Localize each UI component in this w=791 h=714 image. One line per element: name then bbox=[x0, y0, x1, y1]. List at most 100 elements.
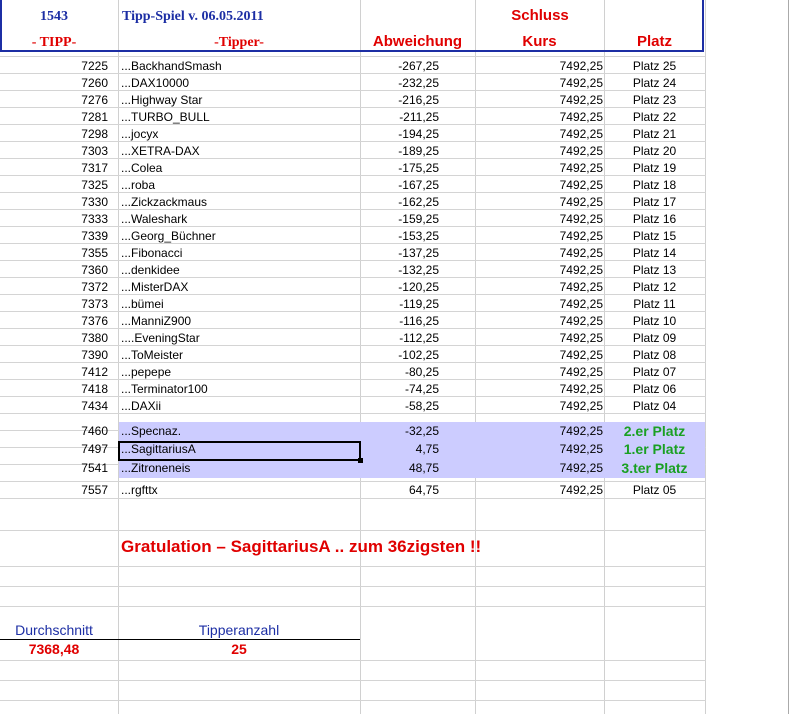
durchschnitt-value[interactable]: 7368,48 bbox=[0, 641, 108, 658]
cell-tipper[interactable]: ...jocyx bbox=[121, 126, 356, 143]
cell-platz[interactable]: Platz 11 bbox=[604, 296, 705, 313]
cell-tipp[interactable]: 7497 bbox=[0, 441, 108, 458]
cell-abweichung[interactable]: -58,25 bbox=[360, 398, 439, 415]
cell-tipp[interactable]: 7360 bbox=[0, 262, 108, 279]
cell-tipp[interactable]: 7412 bbox=[0, 364, 108, 381]
cell-platz[interactable]: Platz 25 bbox=[604, 58, 705, 75]
cell-platz[interactable]: Platz 09 bbox=[604, 330, 705, 347]
cell-tipp[interactable]: 7541 bbox=[0, 460, 108, 477]
cell-tipp[interactable]: 7434 bbox=[0, 398, 108, 415]
cell-platz[interactable]: Platz 10 bbox=[604, 313, 705, 330]
cell-kurs[interactable]: 7492,25 bbox=[475, 245, 603, 262]
tipperanzahl-label[interactable]: Tipperanzahl bbox=[118, 622, 360, 639]
cell-abweichung[interactable]: -80,25 bbox=[360, 364, 439, 381]
cell-abweichung[interactable]: 4,75 bbox=[360, 441, 439, 458]
cell-abweichung[interactable]: -153,25 bbox=[360, 228, 439, 245]
header-number[interactable]: 1543 bbox=[0, 8, 108, 25]
cell-kurs[interactable]: 7492,25 bbox=[475, 92, 603, 109]
cell-abweichung[interactable]: -175,25 bbox=[360, 160, 439, 177]
cell-kurs[interactable]: 7492,25 bbox=[475, 313, 603, 330]
cell-platz[interactable]: Platz 08 bbox=[604, 347, 705, 364]
cell-kurs[interactable]: 7492,25 bbox=[475, 126, 603, 143]
cell-tipper[interactable]: ...MisterDAX bbox=[121, 279, 356, 296]
cell-kurs[interactable]: 7492,25 bbox=[475, 347, 603, 364]
cell-tipper[interactable]: ...Zitroneneis bbox=[121, 460, 356, 477]
cell-tipper[interactable]: ...TURBO_BULL bbox=[121, 109, 356, 126]
cell-tipp[interactable]: 7373 bbox=[0, 296, 108, 313]
header-col-platz[interactable]: Platz bbox=[604, 33, 705, 50]
cell-tipper[interactable]: ...Waleshark bbox=[121, 211, 356, 228]
cell-tipper[interactable]: ....EveningStar bbox=[121, 330, 356, 347]
cell-kurs[interactable]: 7492,25 bbox=[475, 194, 603, 211]
gratulation-text[interactable]: Gratulation – SagittariusA .. zum 36zigs… bbox=[121, 536, 481, 558]
cell-platz[interactable]: Platz 20 bbox=[604, 143, 705, 160]
cell-platz[interactable]: 1.er Platz bbox=[604, 441, 705, 458]
header-col-tipp[interactable]: - TIPP- bbox=[0, 34, 108, 51]
cell-abweichung[interactable]: 48,75 bbox=[360, 460, 439, 477]
cell-platz[interactable]: Platz 04 bbox=[604, 398, 705, 415]
cell-abweichung[interactable]: -159,25 bbox=[360, 211, 439, 228]
cell-tipper[interactable]: ...Highway Star bbox=[121, 92, 356, 109]
cell-tipp[interactable]: 7557 bbox=[0, 482, 108, 499]
cell-kurs[interactable]: 7492,25 bbox=[475, 109, 603, 126]
cell-tipper[interactable]: ...ManniZ900 bbox=[121, 313, 356, 330]
header-title[interactable]: Tipp-Spiel v. 06.05.2011 bbox=[122, 8, 264, 25]
cell-abweichung[interactable]: -32,25 bbox=[360, 423, 439, 440]
cell-platz[interactable]: Platz 18 bbox=[604, 177, 705, 194]
cell-platz[interactable]: Platz 14 bbox=[604, 245, 705, 262]
tipperanzahl-value[interactable]: 25 bbox=[118, 641, 360, 658]
cell-tipper[interactable]: ...DAX10000 bbox=[121, 75, 356, 92]
cell-tipp[interactable]: 7298 bbox=[0, 126, 108, 143]
cell-platz[interactable]: Platz 16 bbox=[604, 211, 705, 228]
cell-abweichung[interactable]: -119,25 bbox=[360, 296, 439, 313]
header-col-kurs[interactable]: Kurs bbox=[475, 33, 604, 50]
cell-platz[interactable]: Platz 12 bbox=[604, 279, 705, 296]
cell-tipper[interactable]: ...BackhandSmash bbox=[121, 58, 356, 75]
cell-abweichung[interactable]: -216,25 bbox=[360, 92, 439, 109]
cell-platz[interactable]: Platz 22 bbox=[604, 109, 705, 126]
cell-tipp[interactable]: 7225 bbox=[0, 58, 108, 75]
cell-kurs[interactable]: 7492,25 bbox=[475, 143, 603, 160]
cell-abweichung[interactable]: -74,25 bbox=[360, 381, 439, 398]
cell-tipp[interactable]: 7333 bbox=[0, 211, 108, 228]
cell-tipper[interactable]: ...Georg_Büchner bbox=[121, 228, 356, 245]
header-schluss[interactable]: Schluss bbox=[476, 7, 604, 24]
cell-abweichung[interactable]: -102,25 bbox=[360, 347, 439, 364]
cell-kurs[interactable]: 7492,25 bbox=[475, 75, 603, 92]
cell-tipper[interactable]: ...pepepe bbox=[121, 364, 356, 381]
cell-tipper[interactable]: ...denkidee bbox=[121, 262, 356, 279]
cell-platz[interactable]: 3.ter Platz bbox=[604, 460, 705, 477]
cell-platz[interactable]: Platz 24 bbox=[604, 75, 705, 92]
cell-platz[interactable]: Platz 21 bbox=[604, 126, 705, 143]
cell-platz[interactable]: Platz 19 bbox=[604, 160, 705, 177]
header-col-tipper[interactable]: -Tipper- bbox=[118, 34, 360, 51]
cell-kurs[interactable]: 7492,25 bbox=[475, 330, 603, 347]
header-col-abweichung[interactable]: Abweichung bbox=[360, 33, 475, 50]
cell-tipper[interactable]: ...DAXii bbox=[121, 398, 356, 415]
cell-tipper[interactable]: ...bümei bbox=[121, 296, 356, 313]
cell-tipp[interactable]: 7376 bbox=[0, 313, 108, 330]
cell-tipper[interactable]: ...Terminator100 bbox=[121, 381, 356, 398]
cell-abweichung[interactable]: -167,25 bbox=[360, 177, 439, 194]
cell-tipp[interactable]: 7303 bbox=[0, 143, 108, 160]
cell-kurs[interactable]: 7492,25 bbox=[475, 177, 603, 194]
cell-tipp[interactable]: 7260 bbox=[0, 75, 108, 92]
cell-platz[interactable]: Platz 23 bbox=[604, 92, 705, 109]
cell-tipp[interactable]: 7390 bbox=[0, 347, 108, 364]
cell-abweichung[interactable]: 64,75 bbox=[360, 482, 439, 499]
cell-tipp[interactable]: 7380 bbox=[0, 330, 108, 347]
cell-kurs[interactable]: 7492,25 bbox=[475, 211, 603, 228]
cell-kurs[interactable]: 7492,25 bbox=[475, 279, 603, 296]
cell-abweichung[interactable]: -232,25 bbox=[360, 75, 439, 92]
cell-kurs[interactable]: 7492,25 bbox=[475, 364, 603, 381]
cell-platz[interactable]: 2.er Platz bbox=[604, 423, 705, 440]
cell-tipp[interactable]: 7372 bbox=[0, 279, 108, 296]
fill-handle[interactable] bbox=[358, 458, 363, 463]
cell-tipp[interactable]: 7281 bbox=[0, 109, 108, 126]
cell-tipp[interactable]: 7317 bbox=[0, 160, 108, 177]
cell-kurs[interactable]: 7492,25 bbox=[475, 460, 603, 477]
cell-tipper[interactable]: ...roba bbox=[121, 177, 356, 194]
durchschnitt-label[interactable]: Durchschnitt bbox=[0, 622, 108, 639]
cell-abweichung[interactable]: -137,25 bbox=[360, 245, 439, 262]
cell-abweichung[interactable]: -267,25 bbox=[360, 58, 439, 75]
